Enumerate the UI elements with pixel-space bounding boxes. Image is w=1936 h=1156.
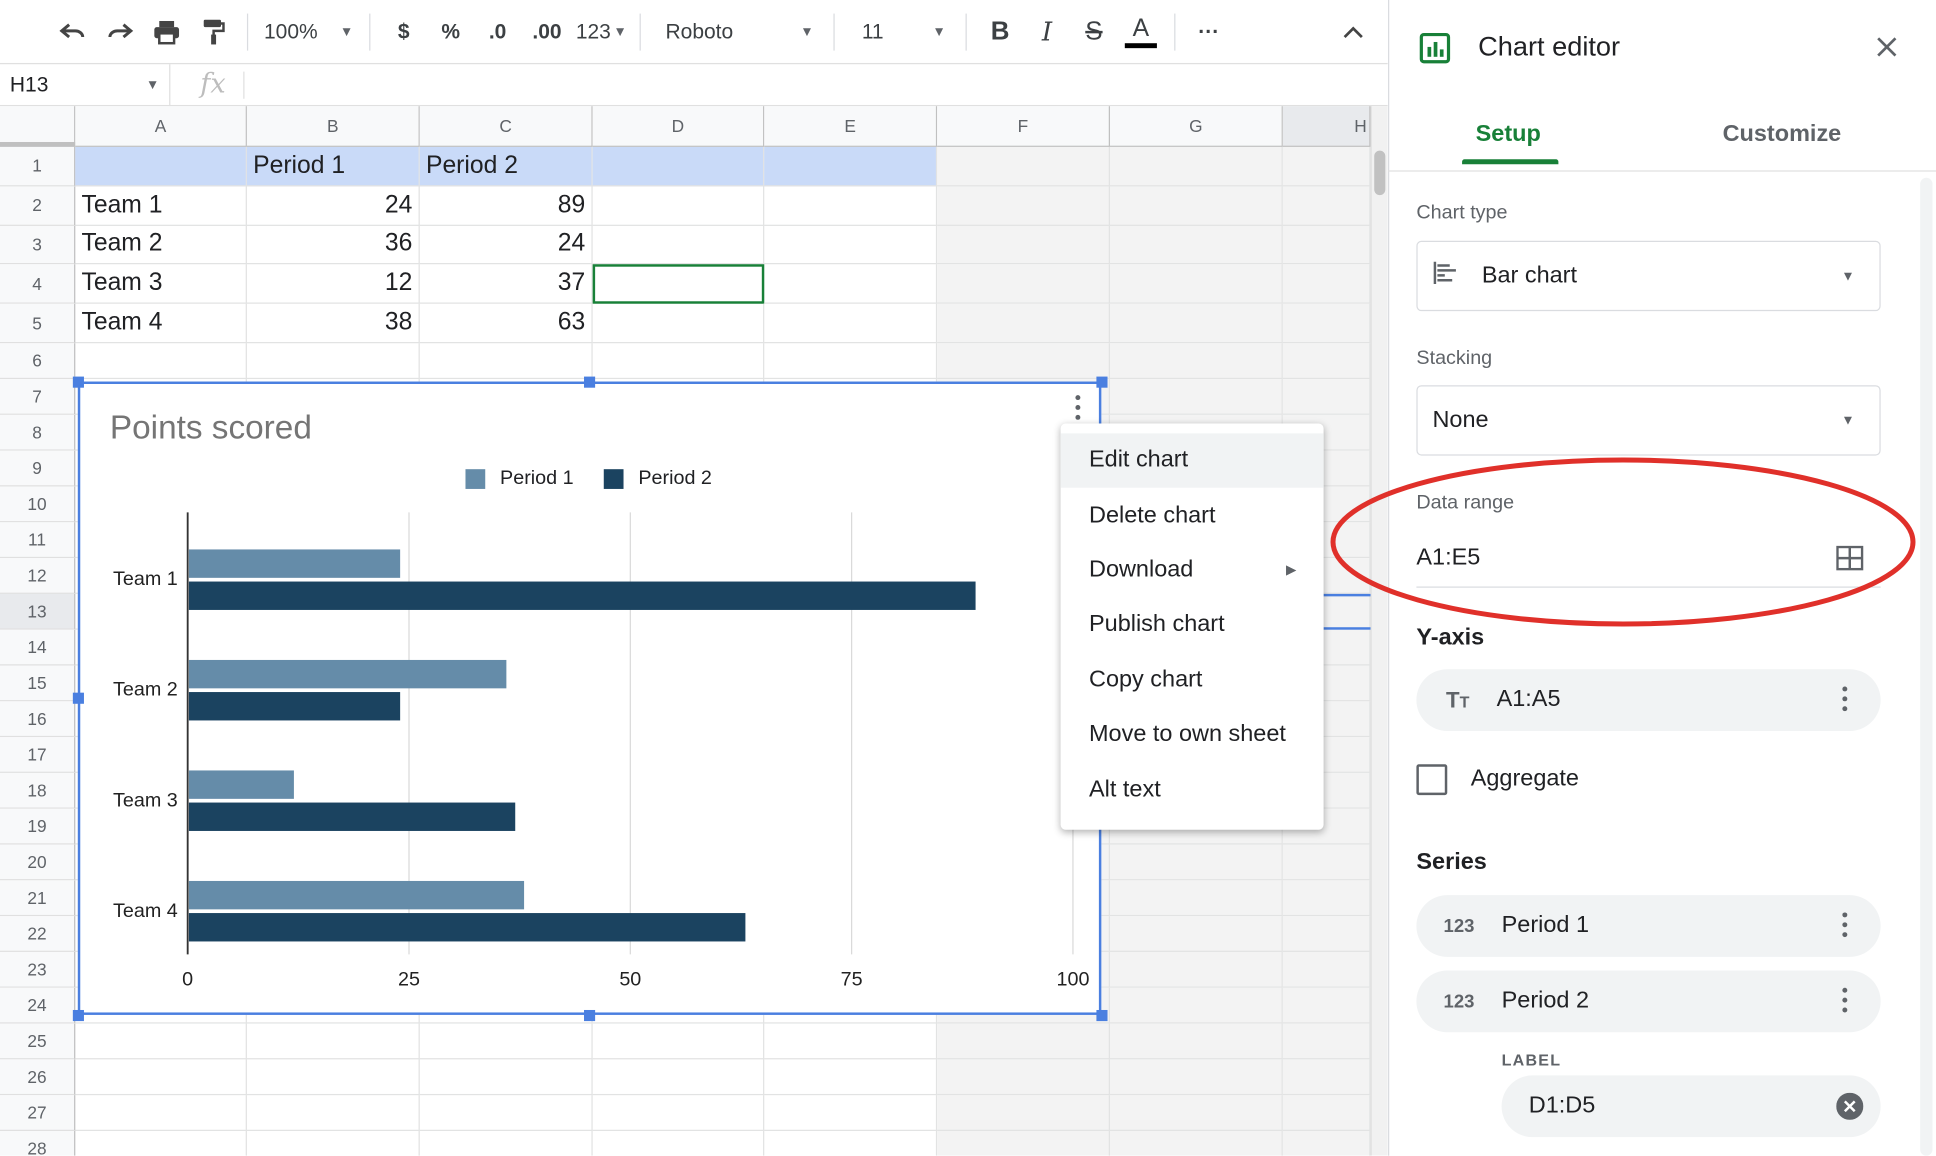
highlight-ellipse [1330, 457, 1916, 627]
annotation-overlay [1330, 457, 1916, 627]
